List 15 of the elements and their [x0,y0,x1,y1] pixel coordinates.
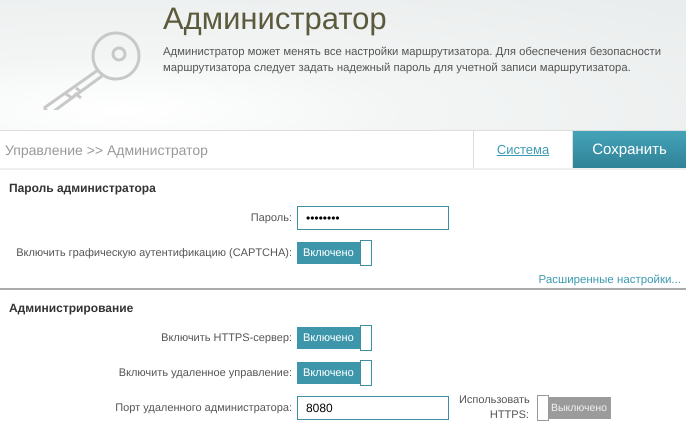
field-label: Включить удаленное управление: [118,366,293,378]
advanced-settings-link[interactable]: Расширенные настройки... [538,274,681,286]
field-label: Пароль: [250,212,293,224]
password-field[interactable]: •••••••• [297,206,449,230]
field-label: Включить HTTPS-сервер: [160,332,293,344]
save-button[interactable]: Сохранить [573,131,686,168]
port-field[interactable]: 8080 [297,396,449,420]
section-title: Пароль администратора [9,181,157,195]
field-label: Использовать HTTPS: [459,392,529,422]
breadcrumb: Управление >> Администратор [4,142,209,158]
field-label: Порт удаленного администратора: [114,402,293,414]
section-title: Администрирование [9,301,134,315]
page-title: Администратор [163,2,388,36]
field-label: Включить графическую аутентификацию (CAPTCHA): [15,246,293,258]
page-description: Администратор может менять все настройки маршрутизатора. Для обеспечения безопасности маршрутизатора следует задать надежный пароль для учетной записи маршрутизатора. [163,45,662,76]
